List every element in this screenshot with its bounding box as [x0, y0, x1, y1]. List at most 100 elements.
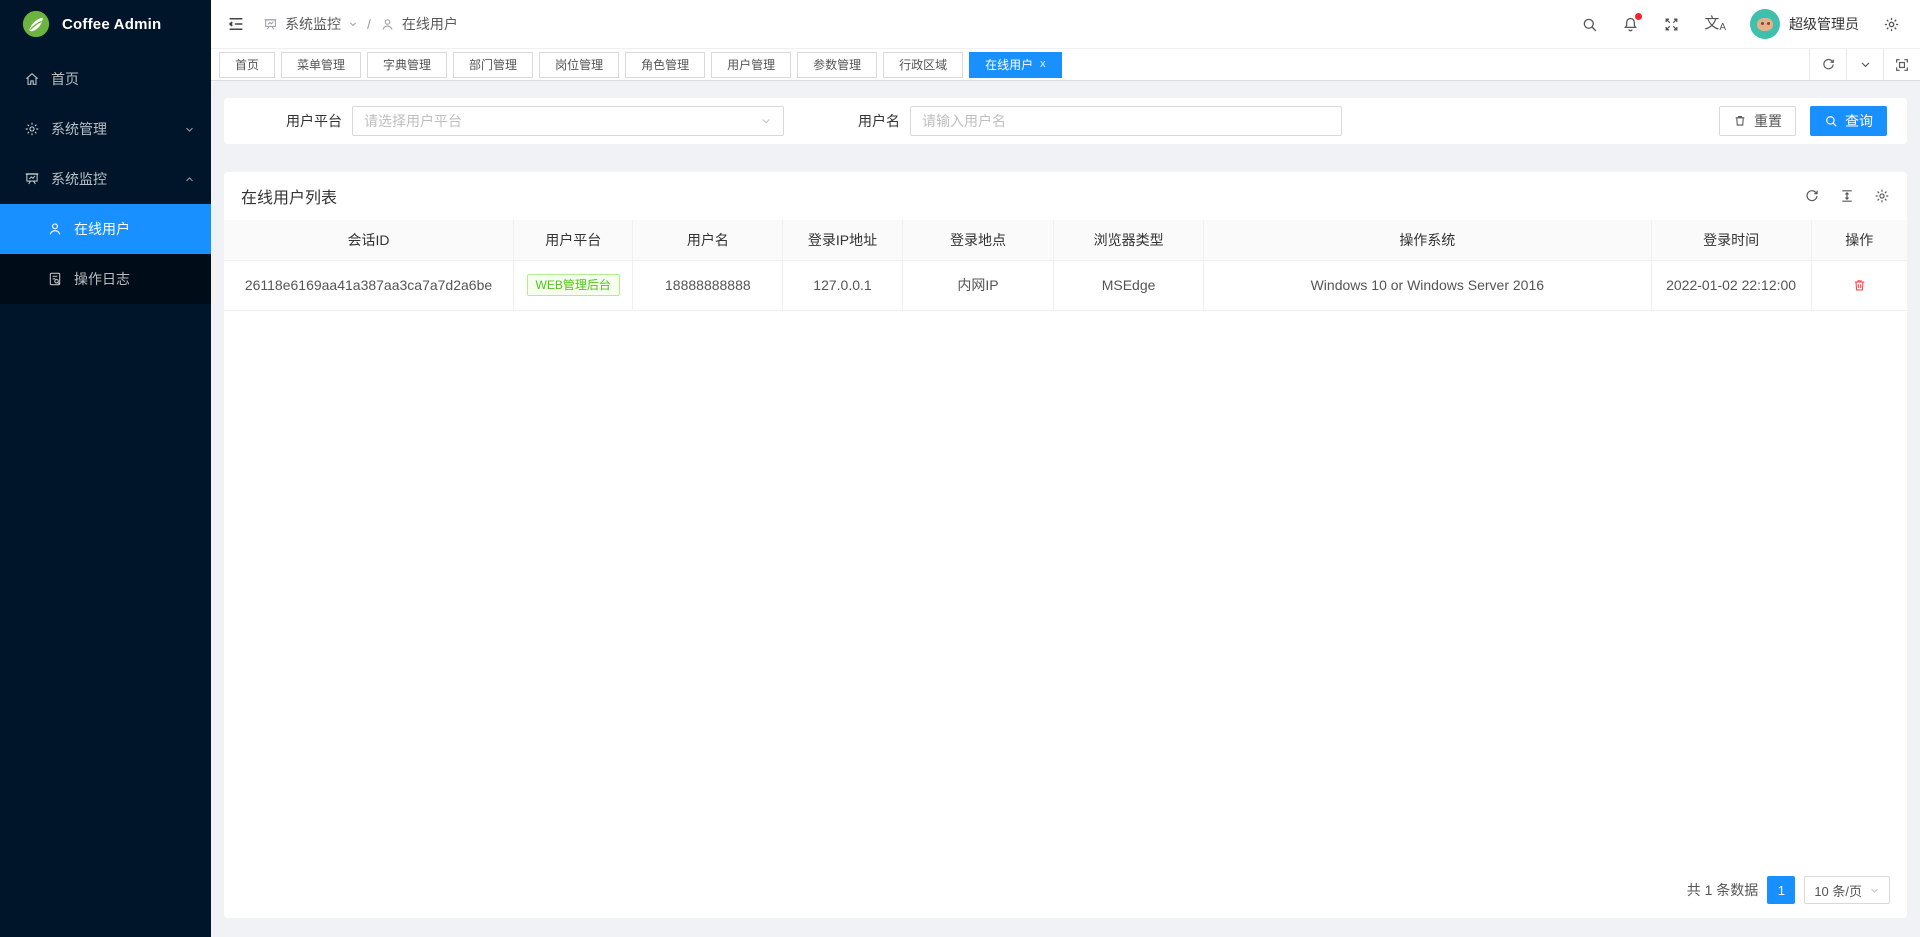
pagination: 共 1 条数据 1 10 条/页: [224, 863, 1907, 918]
reset-button[interactable]: 重置: [1719, 106, 1796, 136]
search-button-label: 查询: [1845, 111, 1873, 131]
chevron-down-icon: [760, 115, 772, 127]
sidebar-item-label: 系统管理: [51, 119, 107, 139]
chevron-down-icon: [184, 124, 195, 135]
gear-icon: [24, 121, 40, 137]
platform-placeholder: 请选择用户平台: [364, 111, 462, 131]
username-label: 超级管理员: [1789, 14, 1859, 34]
tab-param-mgmt[interactable]: 参数管理: [797, 52, 877, 78]
trash-icon: [1733, 114, 1747, 128]
col-ip: 登录IP地址: [783, 220, 902, 260]
tab-label: 岗位管理: [555, 56, 603, 73]
tabbar-tools: [1809, 49, 1920, 80]
screen-icon: [24, 171, 40, 187]
filter-platform: 用户平台 请选择用户平台: [286, 106, 784, 136]
reset-button-label: 重置: [1754, 111, 1782, 131]
layout-maximize-icon[interactable]: [1883, 49, 1920, 80]
app-title: Coffee Admin: [62, 16, 161, 33]
sidebar-item-online-users[interactable]: 在线用户: [0, 204, 211, 254]
col-platform: 用户平台: [513, 220, 632, 260]
platform-select[interactable]: 请选择用户平台: [352, 106, 784, 136]
delete-row-icon[interactable]: [1852, 278, 1867, 293]
tab-close-icon[interactable]: x: [1040, 59, 1046, 70]
column-height-icon[interactable]: [1839, 188, 1855, 204]
col-login-time: 登录时间: [1651, 220, 1811, 260]
breadcrumb-section[interactable]: 系统监控: [285, 14, 341, 34]
search-button[interactable]: 查询: [1810, 106, 1887, 136]
user-profile[interactable]: 超级管理员: [1750, 9, 1859, 39]
col-username: 用户名: [633, 220, 783, 260]
sidebar-item-home[interactable]: 首页: [0, 54, 211, 104]
tab-label: 用户管理: [727, 56, 775, 73]
tab-options-chevron-icon[interactable]: [1846, 49, 1883, 80]
tab-online-users[interactable]: 在线用户 x: [969, 52, 1062, 78]
cell-ip: 127.0.0.1: [783, 260, 902, 310]
tab-post-mgmt[interactable]: 岗位管理: [539, 52, 619, 78]
tab-label: 角色管理: [641, 56, 689, 73]
chevron-down-icon: [1869, 885, 1880, 896]
username-field-label: 用户名: [858, 111, 900, 131]
page-1-button[interactable]: 1: [1767, 876, 1795, 904]
cell-login-time: 2022-01-02 22:12:00: [1651, 260, 1811, 310]
tab-region[interactable]: 行政区域: [883, 52, 963, 78]
breadcrumb-separator: /: [367, 16, 371, 32]
tab-label: 首页: [235, 56, 259, 73]
page-size-value: 10 条/页: [1814, 881, 1862, 900]
tab-bar: 首页 菜单管理 字典管理 部门管理 岗位管理 角色管理 用户管理 参数管理 行政…: [211, 48, 1920, 81]
tab-label: 行政区域: [899, 56, 947, 73]
translate-icon[interactable]: 文A: [1704, 16, 1726, 33]
card-header: 在线用户列表: [224, 172, 1907, 220]
search-icon: [1824, 114, 1838, 128]
page-content: 用户平台 请选择用户平台 用户名 重: [211, 81, 1920, 937]
search-icon[interactable]: [1581, 16, 1598, 33]
tab-dept-mgmt[interactable]: 部门管理: [453, 52, 533, 78]
cell-location: 内网IP: [902, 260, 1053, 310]
cell-os: Windows 10 or Windows Server 2016: [1203, 260, 1651, 310]
app-logo: Coffee Admin: [0, 0, 211, 48]
tab-dict-mgmt[interactable]: 字典管理: [367, 52, 447, 78]
page-size-select[interactable]: 10 条/页: [1804, 876, 1890, 904]
notification-bell-icon[interactable]: [1622, 16, 1639, 33]
cell-session-id: 26118e6169aa41a387aa3ca7a7d2a6be: [224, 260, 513, 310]
table-settings-gear-icon[interactable]: [1874, 188, 1890, 204]
tab-home[interactable]: 首页: [219, 52, 275, 78]
settings-gear-icon[interactable]: [1883, 16, 1900, 33]
platform-label: 用户平台: [286, 111, 342, 131]
col-browser: 浏览器类型: [1054, 220, 1204, 260]
cell-actions: [1811, 260, 1907, 310]
tab-role-mgmt[interactable]: 角色管理: [625, 52, 705, 78]
tab-label: 字典管理: [383, 56, 431, 73]
sidebar-item-label: 系统监控: [51, 169, 107, 189]
refresh-icon[interactable]: [1804, 188, 1820, 204]
online-users-table: 会话ID 用户平台 用户名 登录IP地址 登录地点 浏览器类型 操作系统 登录时…: [224, 220, 1907, 311]
col-location: 登录地点: [902, 220, 1053, 260]
tab-user-mgmt[interactable]: 用户管理: [711, 52, 791, 78]
sidebar-item-operation-logs[interactable]: 操作日志: [0, 254, 211, 304]
sidebar-item-system-monitor[interactable]: 系统监控: [0, 154, 211, 204]
sidebar-item-label: 首页: [51, 69, 79, 89]
top-header: 系统监控 / 在线用户 文A 超级管理员: [211, 0, 1920, 48]
table-tools: [1804, 188, 1890, 204]
tab-label: 在线用户: [985, 56, 1033, 73]
fullscreen-icon[interactable]: [1663, 16, 1680, 33]
sidebar: Coffee Admin 首页 系统管理 系统监控: [0, 0, 211, 937]
menu-fold-icon[interactable]: [227, 15, 245, 33]
col-session-id: 会话ID: [224, 220, 513, 260]
sidebar-item-system-mgmt[interactable]: 系统管理: [0, 104, 211, 154]
sidebar-item-label: 在线用户: [74, 219, 130, 239]
col-actions: 操作: [1811, 220, 1907, 260]
tab-menu-mgmt[interactable]: 菜单管理: [281, 52, 361, 78]
user-icon: [47, 221, 63, 237]
main-area: 系统监控 / 在线用户 文A 超级管理员: [211, 0, 1920, 937]
chevron-up-icon: [184, 174, 195, 185]
tab-refresh-icon[interactable]: [1809, 49, 1846, 80]
platform-tag: WEB管理后台: [527, 274, 620, 297]
breadcrumb: 系统监控 / 在线用户: [263, 14, 458, 34]
tab-label: 部门管理: [469, 56, 517, 73]
user-icon: [380, 17, 395, 32]
cell-platform: WEB管理后台: [513, 260, 632, 310]
cell-browser: MSEdge: [1054, 260, 1204, 310]
system-monitor-submenu: 在线用户 操作日志: [0, 204, 211, 304]
username-input[interactable]: [922, 113, 1330, 129]
screen-icon: [263, 17, 278, 32]
